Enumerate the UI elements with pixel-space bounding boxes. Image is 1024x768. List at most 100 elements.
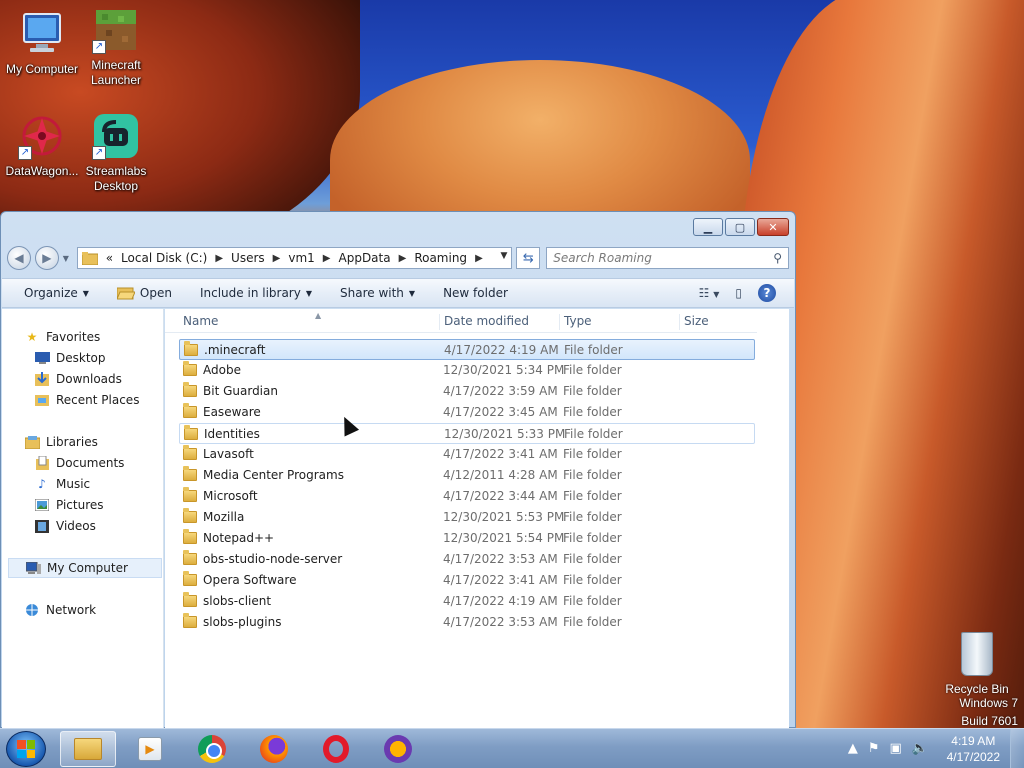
file-type: File folder	[563, 531, 622, 545]
chevron-down-icon: ▼	[713, 290, 720, 299]
nav-label: Music	[56, 477, 91, 491]
nav-desktop[interactable]: Desktop	[34, 348, 106, 368]
file-date-modified: 4/17/2022 3:44 AM	[443, 489, 558, 503]
search-input[interactable]: Search Roaming ⚲	[546, 247, 789, 269]
media-player-icon: ▶	[138, 737, 162, 761]
nav-videos[interactable]: Videos	[34, 516, 96, 536]
breadcrumb-vm1[interactable]: vm1	[288, 251, 314, 265]
windows-logo-icon	[17, 740, 35, 758]
include-in-library-button[interactable]: Include in library ▼	[200, 286, 312, 300]
nav-label: Network	[46, 603, 97, 617]
table-row[interactable]: Bit Guardian 4/17/2022 3:59 AM File folder	[179, 381, 755, 402]
action-center-flag-icon[interactable]: ⚑	[868, 741, 880, 756]
nav-network[interactable]: Network	[24, 600, 96, 620]
help-button[interactable]: ?	[758, 284, 776, 302]
breadcrumb-roaming[interactable]: Roaming	[414, 251, 467, 265]
taskbar-clock[interactable]: 4:19 AM 4/17/2022	[947, 733, 1000, 765]
chevron-down-icon: ▼	[408, 288, 416, 298]
file-date-modified: 4/17/2022 4:19 AM	[443, 594, 558, 608]
refresh-button[interactable]: ⇆	[516, 247, 541, 269]
table-row[interactable]: Notepad++ 12/30/2021 5:54 PM File folder	[179, 528, 755, 549]
open-folder-icon	[116, 287, 135, 300]
refresh-icon: ⇆	[522, 250, 534, 266]
breadcrumb-separator-icon[interactable]: ▶	[215, 253, 223, 264]
breadcrumb-appdata[interactable]: AppData	[339, 251, 391, 265]
recent-pages-dropdown[interactable]: ▼	[63, 254, 73, 263]
column-header-date-modified[interactable]: Date modified	[439, 314, 559, 330]
table-row[interactable]: Mozilla 12/30/2021 5:53 PM File folder	[179, 507, 755, 528]
table-row[interactable]: Opera Software 4/17/2022 3:41 AM File fold…	[179, 570, 755, 591]
nav-music[interactable]: ♪ Music	[34, 474, 90, 494]
column-label: Name	[183, 314, 219, 328]
column-header-name[interactable]: ▲ Name	[179, 311, 439, 330]
breadcrumb-users[interactable]: Users	[231, 251, 265, 265]
start-button[interactable]	[6, 731, 46, 767]
column-header-type[interactable]: Type	[559, 314, 679, 330]
table-row[interactable]: Lavasoft 4/17/2022 3:41 AM File folder	[179, 444, 755, 465]
share-with-button[interactable]: Share with ▼	[340, 286, 415, 300]
vertical-scrollbar[interactable]	[757, 309, 789, 728]
table-row[interactable]: obs-studio-node-server 4/17/2022 3:53 AM F…	[179, 549, 755, 570]
new-folder-button[interactable]: New folder	[443, 286, 508, 300]
shortcut-arrow-icon: ↗	[92, 40, 106, 54]
open-button[interactable]: Open	[116, 286, 172, 300]
column-header-size[interactable]: Size	[679, 314, 757, 330]
network-status-icon[interactable]: ▣	[890, 741, 902, 756]
nav-recent-places[interactable]: Recent Places	[34, 390, 139, 410]
taskbar-explorer[interactable]	[60, 731, 116, 767]
change-view-button[interactable]: ☷ ▼	[699, 286, 720, 300]
desktop-icon-minecraft-launcher[interactable]: ↗ Minecraft Launcher	[74, 6, 158, 88]
desktop-icon-my-computer[interactable]: My Computer	[0, 10, 84, 77]
nav-documents[interactable]: Documents	[34, 453, 124, 473]
file-type: File folder	[563, 573, 622, 587]
address-dropdown-icon[interactable]: ▼	[500, 251, 507, 261]
desktop-icon-streamlabs[interactable]: ↗ Streamlabs Desktop	[74, 112, 158, 194]
file-type: File folder	[563, 363, 622, 377]
taskbar-firefox[interactable]	[246, 731, 302, 767]
address-bar[interactable]: « Local Disk (C:) ▶ Users ▶ vm1 ▶ AppDat…	[76, 247, 513, 269]
taskbar-chrome[interactable]	[184, 731, 240, 767]
nav-downloads[interactable]: Downloads	[34, 369, 122, 389]
breadcrumb-separator-icon[interactable]: ▶	[273, 253, 281, 264]
address-overflow[interactable]: «	[106, 251, 113, 265]
show-hidden-icons-button[interactable]: ▲	[848, 741, 858, 756]
table-row[interactable]: Media Center Programs 4/12/2011 4:28 AM Fi…	[179, 465, 755, 486]
table-row[interactable]: Adobe 12/30/2021 5:34 PM File folder	[179, 360, 755, 381]
nav-libraries[interactable]: Libraries	[24, 432, 98, 452]
table-row[interactable]: Microsoft 4/17/2022 3:44 AM File folder	[179, 486, 755, 507]
breadcrumb-separator-icon[interactable]: ▶	[323, 253, 331, 264]
desktop-icon-datawagon[interactable]: ↗ DataWagon...	[0, 112, 84, 179]
table-row[interactable]: slobs-plugins 4/17/2022 3:53 AM File folde…	[179, 612, 755, 633]
minimize-button[interactable]: ▁	[693, 218, 723, 236]
taskbar-opera[interactable]	[308, 731, 364, 767]
breadcrumb-separator-icon[interactable]: ▶	[399, 253, 407, 264]
table-row[interactable]: Identities 12/30/2021 5:33 PM File folder	[179, 423, 755, 444]
organize-button[interactable]: Organize ▼	[24, 286, 89, 300]
volume-icon[interactable]: 🔈	[912, 741, 928, 756]
breadcrumb-separator-icon[interactable]: ▶	[475, 253, 483, 264]
maximize-button[interactable]: ▢	[725, 218, 755, 236]
table-row[interactable]: slobs-client 4/17/2022 4:19 AM File folder	[179, 591, 755, 612]
file-name: Microsoft	[203, 489, 258, 503]
close-button[interactable]: ✕	[757, 218, 789, 236]
desktop-icon-recycle-bin[interactable]: Recycle Bin	[942, 632, 1012, 696]
pictures-icon	[34, 498, 50, 512]
search-icon[interactable]: ⚲	[773, 251, 782, 265]
windows-build-watermark: Windows 7 Build 7601	[959, 694, 1018, 728]
preview-pane-button[interactable]: ▯	[735, 286, 742, 300]
column-label: Date modified	[444, 314, 530, 328]
file-date-modified: 12/30/2021 5:53 PM	[443, 510, 565, 524]
show-desktop-button[interactable]	[1010, 729, 1024, 768]
chevron-down-icon: ▼	[305, 288, 312, 298]
nav-my-computer[interactable]: My Computer	[8, 558, 162, 578]
nav-favorites[interactable]: ★ Favorites	[24, 327, 101, 347]
nav-pictures[interactable]: Pictures	[34, 495, 104, 515]
table-row[interactable]: Easeware 4/17/2022 3:45 AM File folder	[179, 402, 755, 423]
table-row[interactable]: .minecraft 4/17/2022 4:19 AM File folder	[179, 339, 755, 360]
back-button[interactable]: ◀	[7, 246, 31, 270]
explorer-window[interactable]: ▁ ▢ ✕ ◀ ▶ ▼ « Local Disk (C:) ▶ Users ▶ …	[0, 211, 796, 728]
taskbar-media-player[interactable]: ▶	[122, 731, 178, 767]
taskbar-avast[interactable]	[370, 731, 426, 767]
forward-button[interactable]: ▶	[34, 246, 59, 270]
breadcrumb-local-disk[interactable]: Local Disk (C:)	[121, 251, 207, 265]
